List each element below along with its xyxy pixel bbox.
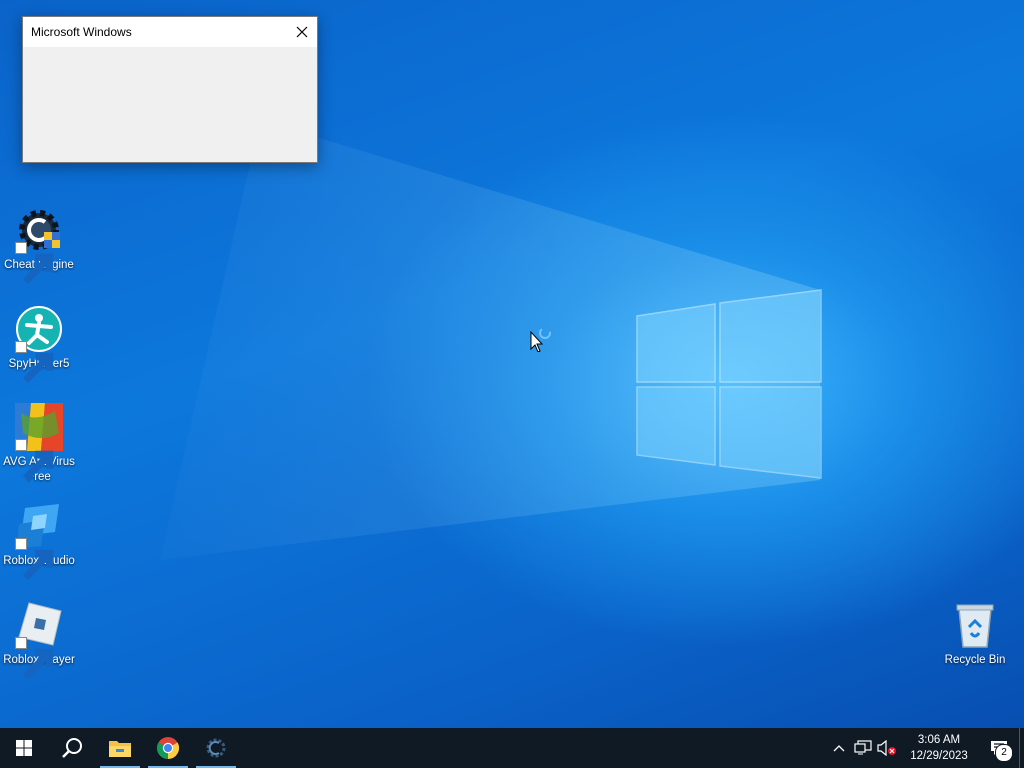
taskbar: 3:06 AM 12/29/2023 2 bbox=[0, 728, 1024, 768]
windows-start-icon bbox=[16, 740, 32, 756]
taskbar-file-explorer[interactable] bbox=[96, 728, 144, 768]
spyhunter-icon bbox=[15, 305, 63, 383]
shortcut-arrow-icon bbox=[15, 439, 54, 481]
desktop-icon-roblox-player[interactable]: Roblox Player bbox=[1, 601, 77, 679]
cheat-engine-taskbar-icon bbox=[206, 738, 226, 758]
shortcut-arrow-icon bbox=[15, 242, 54, 284]
chrome-icon bbox=[157, 737, 179, 759]
shortcut-arrow-icon bbox=[15, 341, 54, 383]
desktop-icon-label: Recycle Bin bbox=[944, 654, 1006, 666]
clock-date: 12/29/2023 bbox=[910, 750, 968, 762]
close-button[interactable] bbox=[287, 17, 317, 47]
shortcut-arrow-icon bbox=[15, 538, 54, 580]
volume-button[interactable] bbox=[875, 728, 899, 768]
show-desktop-button[interactable] bbox=[1019, 728, 1024, 768]
desktop-icon-cheat-engine[interactable]: Cheat Engine bbox=[1, 206, 77, 284]
dialog-title: Microsoft Windows bbox=[31, 25, 132, 39]
recycle-bin-icon bbox=[951, 601, 999, 649]
roblox-player-icon bbox=[15, 601, 63, 679]
network-icon bbox=[854, 740, 872, 755]
mouse-cursor-busy-icon bbox=[530, 327, 551, 352]
notification-count-badge: 2 bbox=[995, 744, 1013, 762]
network-button[interactable] bbox=[851, 728, 875, 768]
search-icon bbox=[62, 738, 82, 758]
action-center-button[interactable]: 2 bbox=[979, 728, 1019, 768]
start-button[interactable] bbox=[0, 728, 48, 768]
file-explorer-icon bbox=[109, 741, 131, 757]
windows-logo-wallpaper bbox=[636, 289, 822, 479]
cheat-engine-icon bbox=[15, 206, 63, 284]
desktop-icon-recycle-bin[interactable]: Recycle Bin bbox=[937, 601, 1013, 668]
clock-time: 3:06 AM bbox=[917, 734, 961, 746]
dialog-body bbox=[23, 47, 317, 161]
dialog-window[interactable]: Microsoft Windows bbox=[22, 16, 318, 163]
system-tray: 3:06 AM 12/29/2023 2 bbox=[827, 728, 1024, 768]
close-icon bbox=[296, 26, 308, 38]
avg-icon bbox=[15, 403, 63, 481]
search-button[interactable] bbox=[48, 728, 96, 768]
volume-muted-icon bbox=[877, 740, 896, 756]
chevron-up-icon bbox=[833, 745, 845, 752]
taskbar-chrome[interactable] bbox=[144, 728, 192, 768]
dialog-titlebar[interactable]: Microsoft Windows bbox=[23, 17, 317, 47]
taskbar-cheat-engine[interactable] bbox=[192, 728, 240, 768]
shortcut-arrow-icon bbox=[15, 637, 54, 679]
desktop-icon-spyhunter[interactable]: SpyHunter5 bbox=[1, 305, 77, 383]
desktop-icon-avg[interactable]: AVG AntiVirus Free bbox=[1, 403, 77, 485]
taskbar-clock[interactable]: 3:06 AM 12/29/2023 bbox=[899, 732, 979, 764]
desktop-icon-roblox-studio[interactable]: Roblox Studio bbox=[1, 502, 77, 580]
show-hidden-icons-button[interactable] bbox=[827, 728, 851, 768]
roblox-studio-icon bbox=[15, 502, 63, 580]
